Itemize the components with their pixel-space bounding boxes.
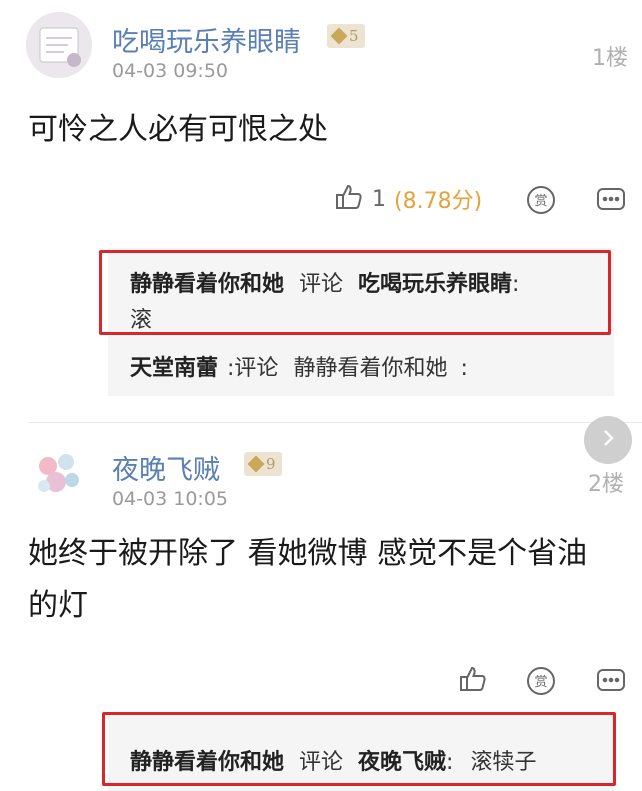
floor-number: 2楼 bbox=[588, 472, 624, 497]
diamond-icon bbox=[247, 455, 265, 473]
comment-post-2: 夜晚飞贼 9 04-03 10:05 2楼 她终于被开除了 看她微博 感觉不是个… bbox=[0, 0, 642, 791]
svg-text:赏: 赏 bbox=[534, 675, 547, 690]
highlight-frame bbox=[102, 712, 616, 786]
next-page-button[interactable] bbox=[584, 416, 632, 464]
avatar[interactable] bbox=[26, 440, 92, 506]
comment-content: 她终于被开除了 看她微博 感觉不是个省油 的灯 bbox=[28, 528, 638, 632]
chevron-right-icon bbox=[598, 428, 618, 452]
reward-icon[interactable]: 赏 bbox=[526, 666, 556, 700]
username[interactable]: 夜晚飞贼 bbox=[112, 448, 220, 487]
comment-icon[interactable] bbox=[596, 668, 626, 698]
post-time: 04-03 10:05 bbox=[112, 488, 229, 510]
comment-line: 她终于被开除了 看她微博 感觉不是个省油 bbox=[28, 536, 588, 571]
level-badge: 9 bbox=[244, 452, 282, 476]
level-number: 9 bbox=[266, 455, 276, 473]
thumb-up-icon[interactable] bbox=[458, 664, 488, 698]
comment-line: 的灯 bbox=[28, 588, 88, 623]
